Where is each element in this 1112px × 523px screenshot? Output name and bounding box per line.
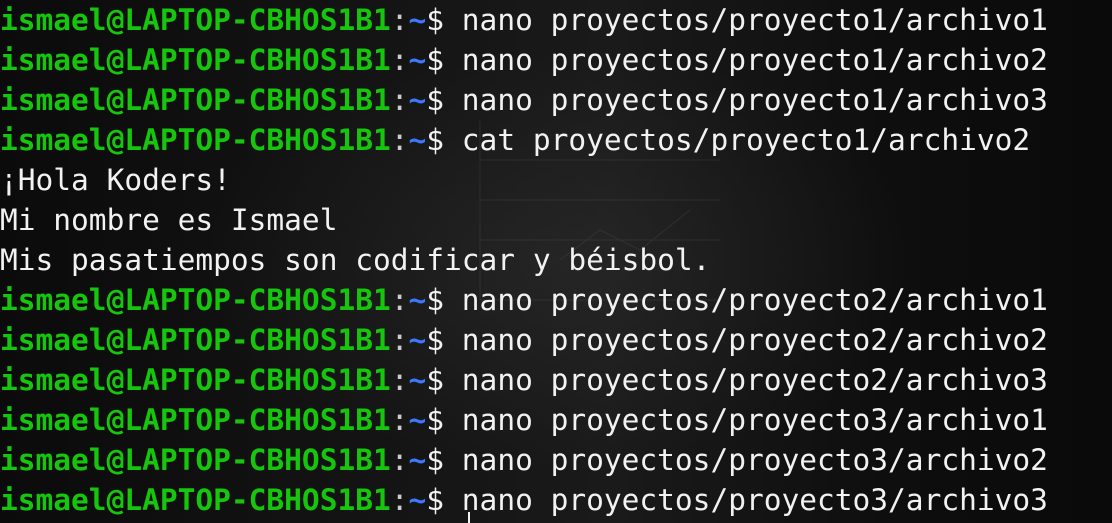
prompt-path: ~: [408, 43, 427, 77]
prompt-path: ~: [408, 283, 427, 317]
output-text: Mi nombre es Ismael: [0, 203, 338, 237]
prompt-separator: :: [390, 3, 409, 37]
prompt-path: ~: [408, 83, 427, 117]
command-text: cat proyectos/proyecto1/archivo2: [461, 123, 1031, 157]
prompt-separator: :: [390, 443, 409, 477]
prompt-separator: :: [390, 83, 409, 117]
prompt-separator: :: [390, 43, 409, 77]
prompt-separator: :: [390, 403, 409, 437]
prompt-symbol: $: [426, 3, 445, 37]
prompt-symbol: $: [426, 363, 445, 397]
prompt-path: ~: [408, 363, 427, 397]
terminal-window[interactable]: ismael@LAPTOP-CBHOS1B1:~$ nano proyectos…: [0, 0, 1112, 523]
command-text: nano proyectos/proyecto2/archivo3: [461, 363, 1048, 397]
prompt-symbol: $: [426, 323, 445, 357]
prompt-user: ismael@LAPTOP-CBHOS1B1: [0, 43, 391, 77]
prompt-user: ismael@LAPTOP-CBHOS1B1: [0, 403, 391, 437]
prompt-symbol: $: [426, 403, 445, 437]
prompt-path: ~: [408, 3, 427, 37]
prompt-line: ismael@LAPTOP-CBHOS1B1:~$ nano proyectos…: [0, 40, 1048, 80]
prompt-user: ismael@LAPTOP-CBHOS1B1: [0, 3, 391, 37]
prompt-symbol: $: [426, 443, 445, 477]
prompt-line: ismael@LAPTOP-CBHOS1B1:~$ nano proyectos…: [0, 440, 1048, 480]
terminal-output: ismael@LAPTOP-CBHOS1B1:~$ nano proyectos…: [0, 0, 1048, 520]
prompt-user: ismael@LAPTOP-CBHOS1B1: [0, 123, 391, 157]
command-text: nano proyectos/proyecto3/archivo2: [461, 443, 1048, 477]
text-cursor: [468, 512, 470, 523]
prompt-line: ismael@LAPTOP-CBHOS1B1:~$ nano proyectos…: [0, 80, 1048, 120]
command-text: nano proyectos/proyecto3/archivo3: [461, 483, 1048, 517]
prompt-path: ~: [408, 123, 427, 157]
prompt-separator: :: [390, 323, 409, 357]
prompt-line: ismael@LAPTOP-CBHOS1B1:~$ nano proyectos…: [0, 0, 1048, 40]
command-text: nano proyectos/proyecto1/archivo3: [461, 83, 1048, 117]
command-text: nano proyectos/proyecto2/archivo1: [461, 283, 1048, 317]
prompt-line: ismael@LAPTOP-CBHOS1B1:~$ nano proyectos…: [0, 360, 1048, 400]
prompt-user: ismael@LAPTOP-CBHOS1B1: [0, 443, 391, 477]
prompt-separator: :: [390, 483, 409, 517]
prompt-symbol: $: [426, 123, 445, 157]
command-text: nano proyectos/proyecto1/archivo1: [461, 3, 1048, 37]
output-line: ¡Hola Koders!: [0, 160, 1048, 200]
prompt-line: ismael@LAPTOP-CBHOS1B1:~$ nano proyectos…: [0, 480, 1048, 520]
prompt-symbol: $: [426, 83, 445, 117]
output-line: Mis pasatiempos son codificar y béisbol.: [0, 240, 1048, 280]
prompt-path: ~: [408, 483, 427, 517]
prompt-symbol: $: [426, 43, 445, 77]
prompt-separator: :: [390, 283, 409, 317]
output-text: ¡Hola Koders!: [0, 163, 231, 197]
command-text: nano proyectos/proyecto3/archivo1: [461, 403, 1048, 437]
prompt-line: ismael@LAPTOP-CBHOS1B1:~$ nano proyectos…: [0, 400, 1048, 440]
output-line: Mi nombre es Ismael: [0, 200, 1048, 240]
prompt-user: ismael@LAPTOP-CBHOS1B1: [0, 483, 391, 517]
prompt-path: ~: [408, 323, 427, 357]
prompt-user: ismael@LAPTOP-CBHOS1B1: [0, 283, 391, 317]
prompt-symbol: $: [426, 483, 445, 517]
prompt-line: ismael@LAPTOP-CBHOS1B1:~$ cat proyectos/…: [0, 120, 1048, 160]
command-text: nano proyectos/proyecto2/archivo2: [461, 323, 1048, 357]
prompt-user: ismael@LAPTOP-CBHOS1B1: [0, 323, 391, 357]
prompt-separator: :: [390, 363, 409, 397]
output-text: Mis pasatiempos son codificar y béisbol.: [0, 243, 711, 277]
prompt-path: ~: [408, 443, 427, 477]
prompt-separator: :: [390, 123, 409, 157]
prompt-line: ismael@LAPTOP-CBHOS1B1:~$ nano proyectos…: [0, 320, 1048, 360]
prompt-user: ismael@LAPTOP-CBHOS1B1: [0, 363, 391, 397]
command-text: nano proyectos/proyecto1/archivo2: [461, 43, 1048, 77]
prompt-user: ismael@LAPTOP-CBHOS1B1: [0, 83, 391, 117]
prompt-symbol: $: [426, 283, 445, 317]
prompt-path: ~: [408, 403, 427, 437]
prompt-line: ismael@LAPTOP-CBHOS1B1:~$ nano proyectos…: [0, 280, 1048, 320]
